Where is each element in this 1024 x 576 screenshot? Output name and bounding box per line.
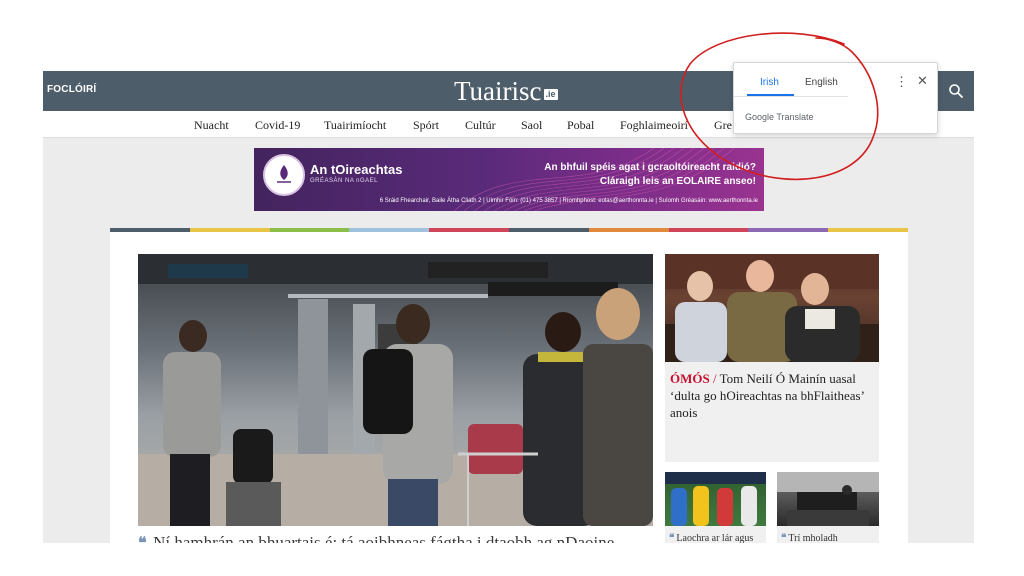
translate-tab-irish[interactable]: Irish bbox=[760, 77, 779, 88]
stripe-segment bbox=[189, 228, 270, 232]
more-options-icon[interactable]: ⋮ bbox=[895, 75, 908, 88]
nav-item-sport[interactable]: Spórt bbox=[413, 118, 439, 133]
tile-1-headline: ❝ Laochra ar lár agus bbox=[669, 533, 753, 543]
google-translate-brand: Google Translate bbox=[745, 112, 814, 122]
side-story-headline: ÓMÓS / Tom Neilí Ó Mainín uasal ‘dulta g… bbox=[670, 370, 876, 421]
main-story-title: Ní hamhrán an bhuartais é; tá aoibhneas … bbox=[153, 533, 615, 543]
nav-item-tuairimiocht[interactable]: Tuairimíocht bbox=[324, 118, 386, 133]
ad-headline: An bhfuil spéis agat i gcraoltóireacht r… bbox=[544, 162, 756, 173]
tile-2-photo bbox=[777, 472, 879, 526]
tile-2-headline: ❝ Trí mholadh bbox=[781, 533, 838, 543]
kicker-separator: / bbox=[709, 371, 720, 386]
site-logo[interactable]: Tuairisc .ie bbox=[454, 76, 558, 106]
stripe-segment bbox=[748, 228, 829, 232]
stripe-segment bbox=[269, 228, 350, 232]
ad-brand-sub: GRÉASÁN NA nGAEL bbox=[310, 178, 379, 184]
nav-item-saol[interactable]: Saol bbox=[521, 118, 542, 133]
stripe-segment bbox=[668, 228, 749, 232]
logo-text: Tuairisc bbox=[454, 76, 542, 106]
nav-item-covid[interactable]: Covid-19 bbox=[255, 118, 300, 133]
nav-item-cultur[interactable]: Cultúr bbox=[465, 118, 496, 133]
ad-banner[interactable]: An tOireachtas GRÉASÁN NA nGAEL An bhfui… bbox=[254, 148, 764, 211]
main-story-caption[interactable]: ❝ Ní hamhrán an bhuartais é; tá aoibhnea… bbox=[138, 533, 653, 543]
focloiri-link[interactable]: FOCLÓIRÍ bbox=[47, 84, 96, 95]
side-story[interactable]: ÓMÓS / Tom Neilí Ó Mainín uasal ‘dulta g… bbox=[665, 254, 879, 462]
google-translate-popup: Irish English ⋮ ✕ Google Translate bbox=[733, 62, 938, 134]
color-stripe bbox=[110, 228, 908, 232]
story-tile-1[interactable]: ❝ Laochra ar lár agus bbox=[665, 472, 766, 543]
quote-icon: ❝ bbox=[138, 535, 147, 543]
quote-icon: ❝ bbox=[669, 533, 675, 543]
nav-item-nuacht[interactable]: Nuacht bbox=[194, 118, 229, 133]
browser-page: FOCLÓIRÍ Tuairisc .ie Nuacht Covid-19 Tu… bbox=[43, 71, 974, 543]
tile-1-title: Laochra ar lár agus bbox=[676, 533, 754, 543]
story-tile-2[interactable]: ❝ Trí mholadh bbox=[777, 472, 879, 543]
close-icon[interactable]: ✕ bbox=[917, 74, 928, 87]
nav-item-gre[interactable]: Gre bbox=[714, 118, 732, 133]
stripe-segment bbox=[588, 228, 669, 232]
oireachtas-logo bbox=[263, 154, 305, 196]
main-story-photo[interactable] bbox=[138, 254, 653, 526]
ad-brand: An tOireachtas bbox=[310, 162, 403, 177]
stripe-segment bbox=[349, 228, 430, 232]
tile-1-photo bbox=[665, 472, 766, 526]
nav-item-foghlaimeoiri[interactable]: Foghlaimeoirí bbox=[620, 118, 688, 133]
tile-2-title: Trí mholadh bbox=[788, 533, 838, 543]
stripe-segment bbox=[429, 228, 509, 232]
active-tab-indicator bbox=[747, 94, 794, 96]
ad-contact-footer: 6 Sráid Fhearchair, Baile Átha Cliath 2 … bbox=[379, 198, 758, 204]
screenshot: FOCLÓIRÍ Tuairisc .ie Nuacht Covid-19 Tu… bbox=[0, 0, 1024, 576]
logo-suffix: .ie bbox=[543, 89, 558, 100]
content-card: ❝ Ní hamhrán an bhuartais é; tá aoibhnea… bbox=[110, 228, 908, 543]
side-story-photo bbox=[665, 254, 879, 362]
search-icon[interactable] bbox=[948, 83, 964, 99]
side-story-kicker: ÓMÓS bbox=[670, 371, 710, 386]
stripe-segment bbox=[828, 228, 908, 232]
translate-tab-divider bbox=[734, 96, 848, 97]
quote-icon: ❝ bbox=[781, 533, 787, 543]
stripe-segment bbox=[110, 228, 190, 232]
nav-item-pobal[interactable]: Pobal bbox=[567, 118, 594, 133]
translate-tab-english[interactable]: English bbox=[805, 77, 838, 88]
ad-cta: Cláraigh leis an EOLAIRE anseo! bbox=[599, 176, 756, 187]
stripe-segment bbox=[508, 228, 589, 232]
